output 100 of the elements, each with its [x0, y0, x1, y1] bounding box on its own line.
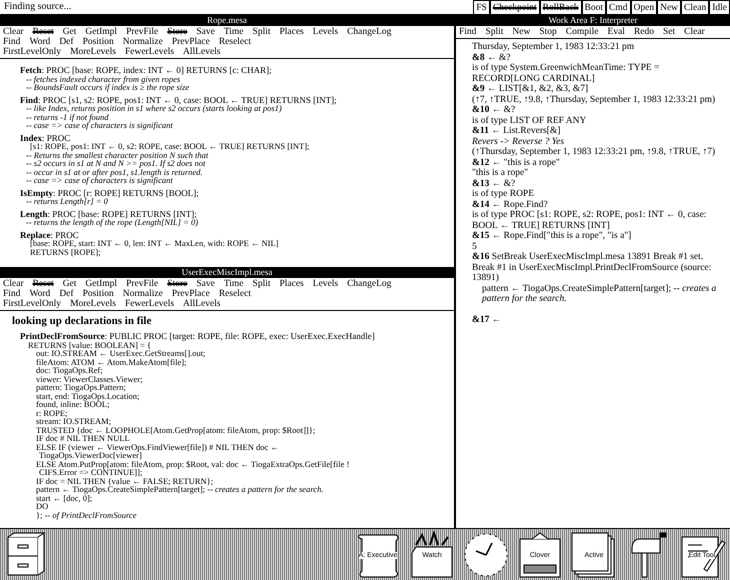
- menu-button[interactable]: Split: [252, 27, 270, 37]
- menu-button[interactable]: Checkpoint: [490, 0, 540, 14]
- menu-button[interactable]: Save: [196, 279, 215, 289]
- menu-button[interactable]: Levels: [312, 27, 338, 37]
- code-line: IF doc # NIL THEN NULL: [35, 434, 130, 442]
- code-line: RETURNS [ROPE];: [29, 248, 102, 256]
- code-line: fileAtom: ATOM ← Atom.MakeAtom[file];: [35, 358, 186, 366]
- output-line: &8 ← &?: [472, 52, 512, 63]
- code-line: start, end: TiogaOps.Location;: [35, 392, 140, 400]
- output-line: &15 ← Rope.Find["this is a rope", "is a"]: [472, 231, 632, 242]
- menu-button[interactable]: Idle: [709, 0, 730, 14]
- menu-button[interactable]: ChangeLog: [347, 279, 392, 289]
- menu-button[interactable]: FewerLevels: [124, 47, 174, 57]
- output-line: Break #1 in UserExecMiscImpl.PrintDeclFromSource (source: 13891): [472, 262, 712, 284]
- menu-button[interactable]: PrevFile: [126, 279, 158, 289]
- menu-button[interactable]: Compile: [566, 27, 599, 37]
- menu-button[interactable]: Time: [224, 279, 244, 289]
- menu-button[interactable]: Def: [59, 289, 74, 299]
- menu-button[interactable]: Clean: [681, 0, 710, 14]
- menu-button[interactable]: Stop: [539, 27, 557, 37]
- menu-button[interactable]: Clear: [3, 279, 24, 289]
- code-line: DO: [35, 502, 48, 510]
- menu-button[interactable]: FirstLevelOnly: [3, 299, 62, 309]
- menu-button[interactable]: Word: [29, 37, 50, 47]
- menu-button[interactable]: Reset: [32, 279, 54, 289]
- declaration-line: Length: PROC [base: ROPE] RETURNS [INT];: [19, 210, 198, 218]
- comment-line: -- s2 occurs in s1 at N and N >= pos1. If s2 does not: [25, 159, 206, 168]
- menu-button[interactable]: GetImpl: [85, 279, 118, 289]
- menu-button[interactable]: AllLevels: [183, 47, 221, 57]
- menu-button[interactable]: RollBack: [540, 0, 582, 14]
- comment-line: -- BoundsFault occurs if index is ≥ the rope size: [25, 83, 190, 92]
- declaration-line: IsEmpty: PROC [r: ROPE] RETURNS [BOOL];: [19, 188, 200, 197]
- code-line: start ← [doc, 0];: [35, 494, 92, 502]
- menu-button[interactable]: Get: [62, 27, 76, 37]
- menu-button[interactable]: Reset: [32, 27, 54, 37]
- menu-button[interactable]: Places: [279, 279, 304, 289]
- menu-button[interactable]: Open: [630, 0, 658, 14]
- output-line: &16 SetBreak UserExecMiscImpl.mesa 13891 Break #1 set.: [472, 252, 704, 262]
- output-line: &10 ← &?: [472, 105, 516, 116]
- menu-button[interactable]: MoreLevels: [70, 47, 116, 57]
- menu-button[interactable]: Get: [62, 279, 76, 289]
- menu-button[interactable]: Save: [196, 27, 215, 37]
- menu-button[interactable]: Normalize: [122, 37, 163, 47]
- menu-button[interactable]: AllLevels: [183, 299, 221, 309]
- viewer-title: Work Area F: Interpreter: [456, 15, 730, 26]
- menu-button[interactable]: New: [657, 0, 682, 14]
- menu-button[interactable]: Clear: [3, 27, 24, 37]
- output-line: Thursday, September 1, 1983 12:33:21 pm: [472, 42, 636, 52]
- menu-button[interactable]: PrevFile: [126, 27, 158, 37]
- desktop-icon[interactable]: [462, 531, 510, 579]
- code-line: [base: ROPE, start: INT ← 0, len: INT ← MaxLen, with: ROPE ← NIL]: [30, 239, 280, 248]
- menu-button[interactable]: Find: [3, 289, 20, 299]
- menu-button[interactable]: FS: [473, 0, 490, 14]
- menu-button[interactable]: Word: [29, 289, 50, 299]
- comment-line: -- like Index, returns position in s1 where s2 occurs (starts looking at pos1): [26, 104, 282, 112]
- menu-button[interactable]: Boot: [582, 0, 606, 14]
- menu-button[interactable]: Position: [82, 289, 114, 299]
- menu-button[interactable]: Levels: [312, 279, 338, 289]
- menu-button[interactable]: GetImpl: [85, 27, 118, 37]
- menu-button[interactable]: Eval: [608, 27, 625, 37]
- menu-button[interactable]: Split: [485, 27, 504, 37]
- declaration-line: Fetch: PROC [base: ROPE, index: INT ← 0] RETURNS [c: CHAR];: [19, 66, 273, 74]
- menu-button[interactable]: Split: [252, 279, 270, 289]
- menu-button[interactable]: FirstLevelOnly: [3, 47, 62, 57]
- menu-button[interactable]: MoreLevels: [70, 299, 116, 309]
- menu-button[interactable]: Find: [459, 27, 476, 37]
- output-line: "this is a rope": [472, 168, 530, 178]
- menu-button[interactable]: PrevPlace: [172, 289, 210, 299]
- code-line: found, inline: BOOL;: [35, 400, 110, 408]
- section-heading: looking up declarations in file: [11, 314, 152, 328]
- menu-button[interactable]: New: [512, 27, 530, 37]
- output-line: is of type ROPE: [472, 189, 536, 200]
- menu-button[interactable]: Normalize: [122, 289, 163, 299]
- menu-button[interactable]: Time: [224, 27, 244, 37]
- comment-line: -- case => case of characters is significant: [25, 121, 174, 130]
- comment-line: -- occur in s1 at or after pos1, s1.length is returned.: [25, 168, 204, 176]
- declaration-line: Replace: PROC: [19, 230, 80, 239]
- menu-button[interactable]: Clear: [684, 27, 705, 37]
- menu-button[interactable]: Store: [167, 279, 188, 289]
- menu-button[interactable]: Def: [59, 37, 74, 47]
- output-line: Revers -> Reverse ? Yes: [472, 136, 566, 147]
- code-line: pattern ← TiogaOps.CreateSimplePattern[target]; -- creates a pattern for the search.: [35, 485, 324, 494]
- menu-button[interactable]: Find: [3, 37, 20, 47]
- menu-button[interactable]: Position: [82, 37, 114, 47]
- menu-button[interactable]: Cmd: [606, 0, 631, 14]
- menu-button[interactable]: Reselect: [218, 289, 251, 299]
- code-line: [s1: ROPE, pos1: INT ← 0, s2: ROPE, case: BOOL ← TRUE] RETURNS [INT];: [30, 142, 310, 150]
- menu-button[interactable]: PrevPlace: [172, 37, 210, 47]
- comment-line: -- returns Length[r] = 0: [26, 197, 108, 206]
- menu-button[interactable]: ChangeLog: [347, 27, 392, 37]
- menu-button[interactable]: Set: [663, 27, 676, 37]
- menu-button[interactable]: Redo: [634, 27, 654, 37]
- menu-button[interactable]: Reselect: [218, 37, 251, 47]
- menu-button[interactable]: Places: [279, 27, 304, 37]
- code-line: ELSE IF (viewer ← ViewerOps.FindViewer[file]) # NIL THEN doc ←: [35, 442, 280, 451]
- menu-button[interactable]: Store: [167, 27, 188, 37]
- comment-line: -- Returns the smallest character position N such that: [25, 150, 210, 159]
- menu-button[interactable]: FewerLevels: [124, 299, 174, 309]
- output-line: (↑Thursday, September 1, 1983 12:33:21 pm, ↑9.8, ↑TRUE, ↑7): [472, 147, 716, 158]
- code-line: viewer: ViewerClasses.Viewer;: [35, 374, 144, 383]
